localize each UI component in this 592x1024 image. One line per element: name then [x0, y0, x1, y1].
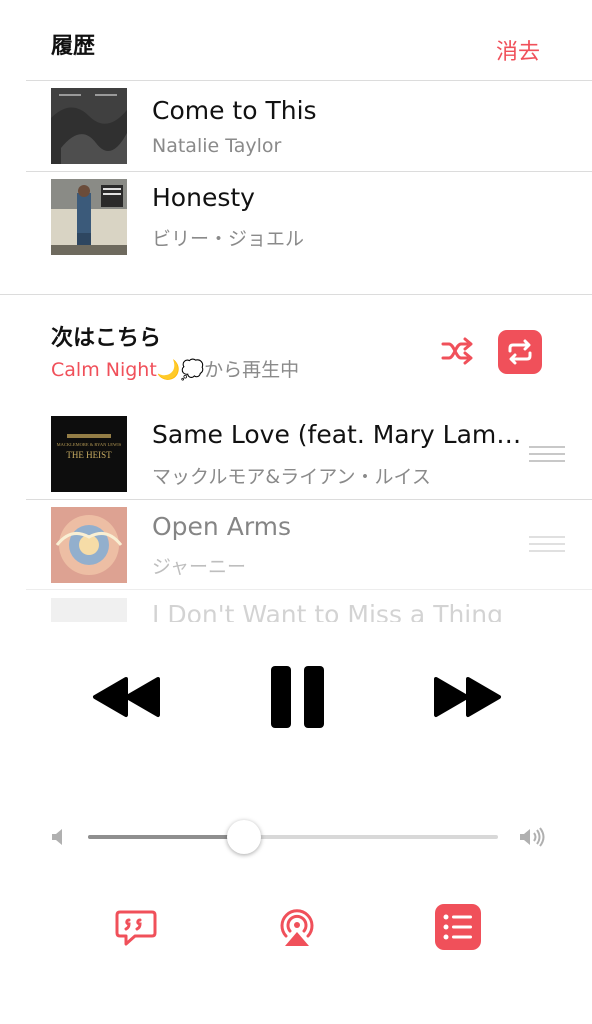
playing-from-label: Calm Night🌙💭から再生中 — [51, 355, 299, 382]
album-art — [51, 598, 127, 622]
queue-item[interactable]: MACKLEMORE & RYAN LEWIS THE HEIST Same L… — [0, 408, 592, 498]
divider — [26, 80, 592, 81]
track-artist: Natalie Taylor — [152, 135, 282, 157]
queue-list-button[interactable] — [435, 904, 481, 950]
heist-artist-text: MACKLEMORE & RYAN LEWIS — [57, 442, 122, 447]
volume-fill — [88, 835, 244, 839]
reorder-handle[interactable] — [529, 446, 565, 464]
heist-title-text: THE HEIST — [66, 450, 112, 460]
track-artist: ビリー・ジョエル — [152, 228, 305, 250]
section-divider — [0, 294, 592, 295]
divider — [26, 589, 592, 590]
repeat-button[interactable] — [498, 330, 542, 374]
track-artist: ジャーニー — [152, 556, 247, 578]
shuffle-button[interactable] — [440, 336, 474, 366]
album-art — [51, 88, 127, 164]
airplay-icon — [280, 909, 314, 946]
pause-button[interactable] — [270, 665, 326, 729]
lyrics-button[interactable] — [113, 904, 159, 950]
airplay-button[interactable] — [274, 904, 320, 950]
history-title: 履歴 — [51, 34, 96, 59]
up-next-title: 次はこちら — [51, 326, 162, 351]
volume-high-icon — [518, 826, 546, 852]
volume-low-icon — [50, 826, 64, 852]
clear-history-button[interactable]: 消去 — [496, 34, 540, 66]
rewind-icon — [93, 677, 160, 717]
fast-forward-icon — [434, 677, 501, 717]
playing-from-suffix: から再生中 — [204, 359, 300, 381]
queue-list-icon — [435, 904, 481, 950]
rewind-button[interactable] — [92, 676, 162, 718]
album-art — [51, 507, 127, 583]
queue-item[interactable]: I Don't Want to Miss a Thing — [0, 592, 592, 622]
history-item[interactable]: Come to This Natalie Taylor — [0, 82, 592, 172]
volume-knob[interactable] — [226, 820, 261, 854]
volume-slider[interactable] — [88, 820, 498, 854]
queue-item[interactable]: Open Arms ジャーニー — [0, 500, 592, 590]
track-title: Honesty — [152, 183, 255, 212]
pause-icon — [271, 666, 324, 728]
reorder-handle[interactable] — [529, 536, 565, 554]
album-art: MACKLEMORE & RYAN LEWIS THE HEIST — [51, 416, 127, 492]
lyrics-icon — [115, 910, 157, 946]
fast-forward-button[interactable] — [432, 676, 502, 718]
track-title: I Don't Want to Miss a Thing — [152, 600, 503, 622]
album-art — [51, 179, 127, 255]
shuffle-icon — [441, 337, 473, 365]
track-title: Come to This — [152, 96, 317, 125]
track-title: Open Arms — [152, 512, 292, 541]
track-title: Same Love (feat. Mary Lamb... — [152, 420, 522, 449]
track-artist: マックルモア&ライアン・ルイス — [152, 466, 431, 488]
history-item[interactable]: Honesty ビリー・ジョエル — [0, 172, 592, 262]
repeat-icon — [508, 339, 532, 365]
playlist-name[interactable]: Calm Night🌙💭 — [51, 359, 204, 381]
